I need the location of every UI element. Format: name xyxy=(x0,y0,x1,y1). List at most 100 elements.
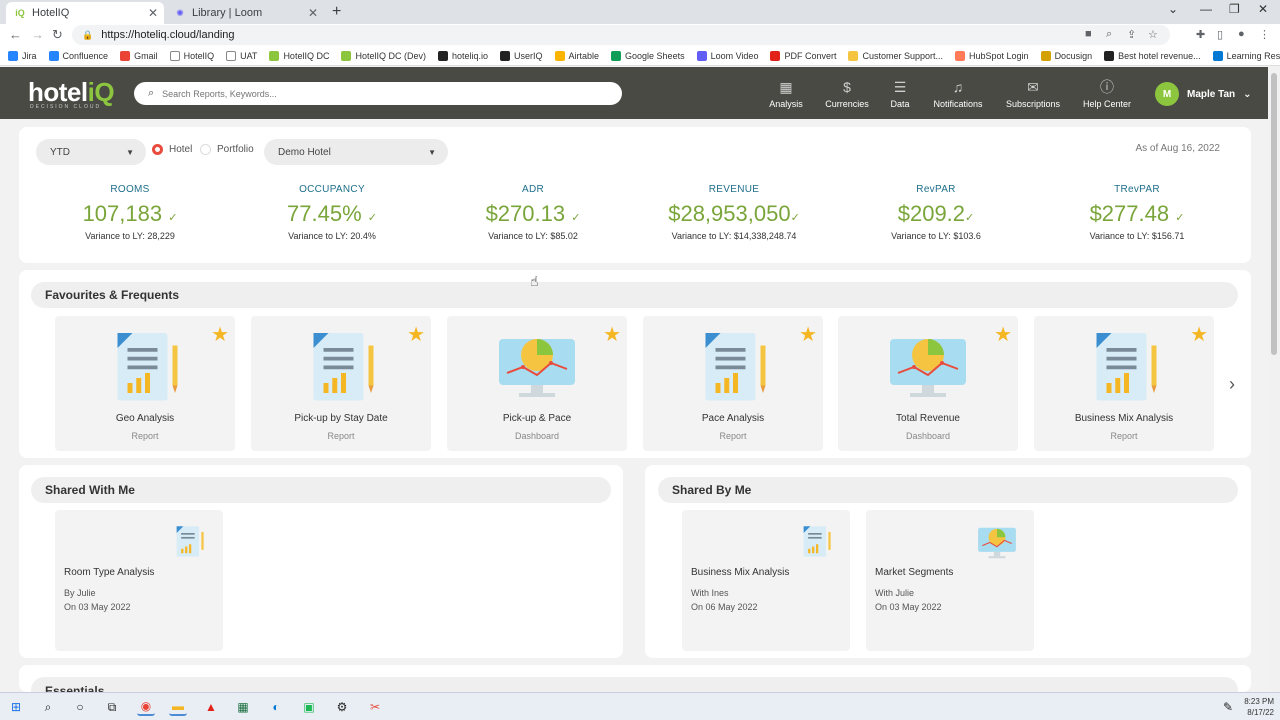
shared-by: With Ines xyxy=(691,588,729,598)
favourite-tile[interactable]: ★ Pick-up & Pace Dashboard xyxy=(447,316,627,451)
bookmarks-bar: Jira Confluence Gmail HotelIQ UAT HotelIQ DC H… xyxy=(0,46,1280,66)
bookmark-item[interactable]: Learning Resources... xyxy=(1212,50,1280,61)
hotel-select[interactable]: Demo Hotel ▼ xyxy=(264,139,448,165)
reload-icon[interactable]: ↻ xyxy=(52,27,63,43)
edge-icon[interactable]: ◐ xyxy=(267,698,285,716)
bookmark-item[interactable]: hoteliq.io xyxy=(437,50,488,61)
favourite-type: Dashboard xyxy=(905,431,951,441)
excel-icon[interactable]: ▦ xyxy=(234,698,252,716)
task-view-icon[interactable]: ⧉ xyxy=(103,698,121,716)
acrobat-icon[interactable]: ▲ xyxy=(202,698,220,716)
star-icon[interactable]: ★ xyxy=(799,322,817,347)
star-icon[interactable]: ★ xyxy=(603,322,621,347)
search-icon[interactable]: ⌕ xyxy=(39,698,57,716)
bookmark-label: Best hotel revenue... xyxy=(1118,50,1201,61)
sidepanel-icon[interactable]: ▯ xyxy=(1217,28,1223,41)
cortana-icon[interactable]: ○ xyxy=(71,698,89,716)
bookmark-favicon-icon xyxy=(437,50,448,61)
share-icon[interactable]: ⇪ xyxy=(1127,28,1136,41)
radio-portfolio[interactable]: Portfolio xyxy=(200,144,254,155)
star-icon[interactable]: ★ xyxy=(211,322,229,347)
kpi-rooms: ROOMS 107,183 ✓ Variance to LY: 28,229 xyxy=(35,184,225,241)
favourite-tile[interactable]: ★ Pick-up by Stay Date Report xyxy=(251,316,431,451)
user-menu[interactable]: M Maple Tan ⌄ xyxy=(1155,82,1252,106)
bookmark-item[interactable]: Airtable xyxy=(554,50,599,61)
menu-icon[interactable]: ⋮ xyxy=(1259,28,1270,41)
restore-button[interactable]: ❐ xyxy=(1229,2,1240,16)
star-icon[interactable]: ★ xyxy=(994,322,1012,347)
new-tab-button[interactable]: + xyxy=(332,3,341,21)
bookmark-item[interactable]: Loom Video xyxy=(696,50,759,61)
bookmark-label: Loom Video xyxy=(710,50,759,61)
bookmark-item[interactable]: HotelIQ DC (Dev) xyxy=(341,50,426,61)
shared-tile[interactable]: Business Mix Analysis With Ines On 06 Ma… xyxy=(682,510,850,651)
extensions-icon[interactable]: ✚ xyxy=(1196,28,1205,41)
bookmark-item[interactable]: UserIQ xyxy=(500,50,543,61)
hotel-select-value: Demo Hotel xyxy=(278,146,331,158)
back-icon[interactable]: ← xyxy=(9,27,22,42)
bookmark-item[interactable]: HotelIQ xyxy=(169,50,215,61)
chevron-right-icon[interactable]: › xyxy=(1229,374,1235,395)
zoom-icon[interactable]: ⌕ xyxy=(1106,28,1112,41)
window-close-button[interactable]: ✕ xyxy=(1258,2,1268,16)
bookmark-item[interactable]: UAT xyxy=(226,50,257,61)
bookmark-item[interactable]: Jira xyxy=(8,50,37,61)
tab-loom[interactable]: ✺ Library | Loom ✕ xyxy=(166,2,324,24)
tab-search-icon[interactable]: ⌄ xyxy=(1168,2,1178,16)
bookmark-item[interactable]: Docusign xyxy=(1040,50,1092,61)
page-scrollbar[interactable] xyxy=(1268,67,1280,692)
radio-hotel[interactable]: Hotel xyxy=(152,144,192,155)
bookmark-item[interactable]: HubSpot Login xyxy=(955,50,1029,61)
nav-subscriptions[interactable]: ✉ Subscriptions xyxy=(993,79,1073,109)
period-select[interactable]: YTD ▼ xyxy=(36,139,146,165)
browser-tabstrip: iQ HotelIQ ✕ ✺ Library | Loom ✕ + ⌄ — ❐ … xyxy=(0,0,1280,24)
user-name: Maple Tan xyxy=(1187,88,1236,100)
bookmark-favicon-icon xyxy=(500,50,510,61)
shared-name: Business Mix Analysis xyxy=(691,567,790,578)
bookmark-item[interactable]: HotelIQ DC xyxy=(269,50,329,61)
settings-gear-icon[interactable]: ⚙ xyxy=(333,698,351,716)
shared-tile[interactable]: Room Type Analysis By Julie On 03 May 20… xyxy=(55,510,223,651)
scrollbar-thumb[interactable] xyxy=(1271,73,1277,355)
star-icon[interactable]: ★ xyxy=(407,322,425,347)
snipping-tool-icon[interactable]: ✂ xyxy=(366,698,384,716)
windows-start-icon[interactable]: ⊞ xyxy=(7,698,25,716)
bookmark-item[interactable]: Gmail xyxy=(120,50,158,61)
profile-icon[interactable]: ● xyxy=(1238,28,1245,40)
favourite-tile[interactable]: ★ Total Revenue Dashboard xyxy=(838,316,1018,451)
close-icon[interactable]: ✕ xyxy=(308,6,318,20)
shared-name: Market Segments xyxy=(875,567,954,578)
camera-icon[interactable]: ■ xyxy=(1085,28,1092,40)
url-field[interactable]: 🔒 https://hoteliq.cloud/landing xyxy=(72,25,1170,45)
pen-icon[interactable]: ✎ xyxy=(1219,698,1237,716)
dashboard-icon xyxy=(978,527,1016,559)
bookmark-favicon-icon xyxy=(120,50,131,61)
bookmark-star-icon[interactable]: ☆ xyxy=(1148,28,1158,41)
info-icon: ⓘ xyxy=(1100,79,1114,95)
nav-help-center[interactable]: ⓘ Help Center xyxy=(1067,79,1147,109)
check-icon: ✓ xyxy=(1175,212,1185,224)
forward-icon[interactable]: → xyxy=(31,27,44,42)
tab-hoteliq[interactable]: iQ HotelIQ ✕ xyxy=(6,2,164,24)
chrome-icon[interactable]: ◉ xyxy=(137,698,155,716)
nav-notifications[interactable]: ♫ Notifications xyxy=(918,79,998,109)
favourite-tile[interactable]: ★ Business Mix Analysis Report xyxy=(1034,316,1214,451)
report-icon xyxy=(176,526,204,557)
close-icon[interactable]: ✕ xyxy=(148,6,158,20)
bookmark-item[interactable]: Confluence xyxy=(48,50,108,61)
bookmark-item[interactable]: PDF Convert xyxy=(770,50,836,61)
star-icon[interactable]: ★ xyxy=(1190,322,1208,347)
favourite-tile[interactable]: ★ Pace Analysis Report xyxy=(643,316,823,451)
minimize-button[interactable]: — xyxy=(1200,2,1212,16)
bookmark-item[interactable]: Customer Support... xyxy=(848,50,943,61)
chat-app-icon[interactable]: ▣ xyxy=(300,698,318,716)
bookmark-label: HotelIQ xyxy=(183,50,215,61)
shared-tile[interactable]: Market Segments With Julie On 03 May 202… xyxy=(866,510,1034,651)
search-input[interactable] xyxy=(162,88,583,99)
search-bar[interactable]: ⌕ xyxy=(134,82,622,105)
file-explorer-icon[interactable]: ▬ xyxy=(169,698,187,716)
system-clock[interactable]: 8:23 PM 8/17/22 xyxy=(1238,696,1274,718)
bookmark-item[interactable]: Best hotel revenue... xyxy=(1104,50,1201,61)
bookmark-item[interactable]: Google Sheets xyxy=(611,50,685,61)
favourite-tile[interactable]: ★ Geo Analysis Report xyxy=(55,316,235,451)
